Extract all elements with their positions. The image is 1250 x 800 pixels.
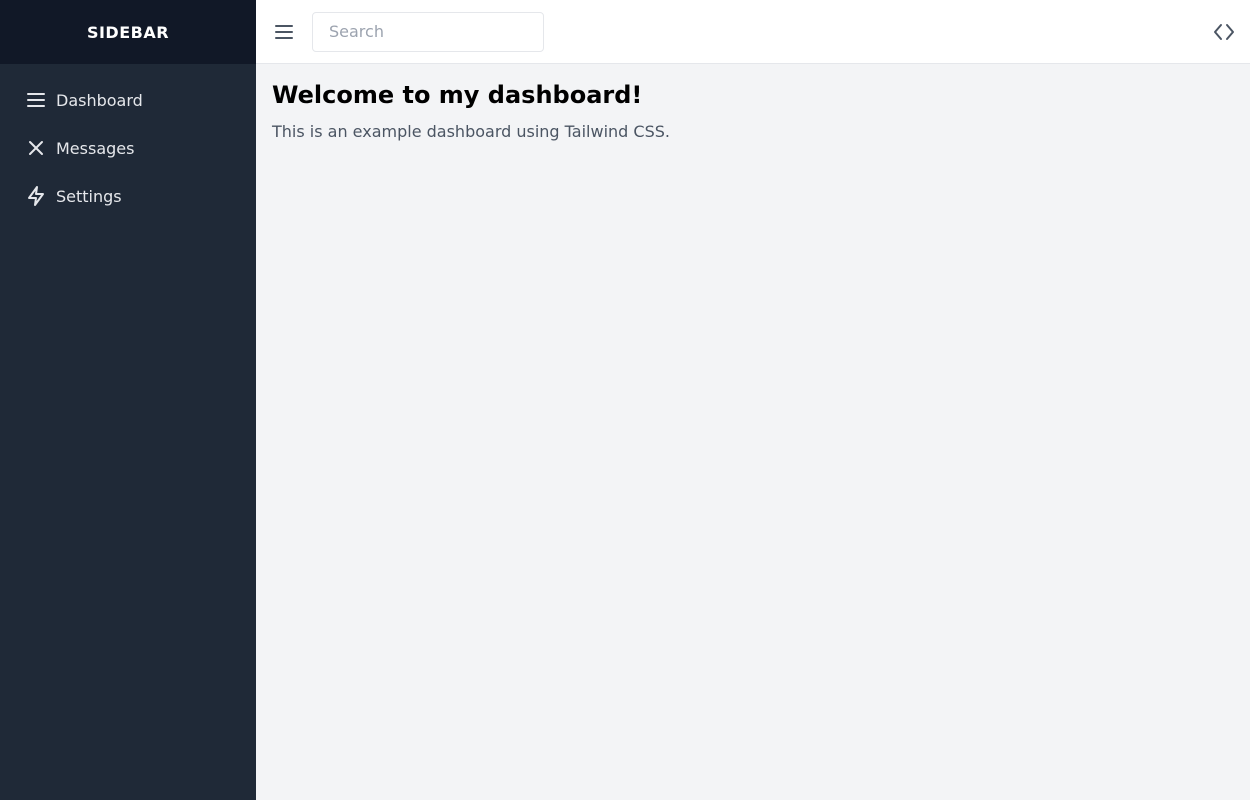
hamburger-menu-icon[interactable] [272,20,296,44]
code-icon[interactable] [1212,20,1236,44]
sidebar: SIDEBAR Dashboard Messages Settings [0,0,256,800]
sidebar-nav: Dashboard Messages Settings [0,64,256,220]
close-icon [24,136,48,160]
main-area: Welcome to my dashboard! This is an exam… [256,0,1250,800]
page-title: Welcome to my dashboard! [272,81,643,109]
sidebar-item-settings[interactable]: Settings [0,172,256,220]
search-input[interactable] [312,11,544,52]
sidebar-item-messages[interactable]: Messages [0,124,256,172]
sidebar-item-label: Settings [56,186,122,206]
topbar [256,0,1250,64]
page-content: Welcome to my dashboard! This is an exam… [256,64,1250,160]
sidebar-item-label: Messages [56,138,135,158]
sidebar-title: SIDEBAR [0,0,256,64]
lightning-icon [24,184,48,208]
page-subtitle: This is an example dashboard using Tailw… [272,122,670,141]
sidebar-item-dashboard[interactable]: Dashboard [0,76,256,124]
app-root: SIDEBAR Dashboard Messages Settings Sear… [0,0,1250,800]
menu-icon [24,88,48,112]
sidebar-item-label: Dashboard [56,90,143,110]
